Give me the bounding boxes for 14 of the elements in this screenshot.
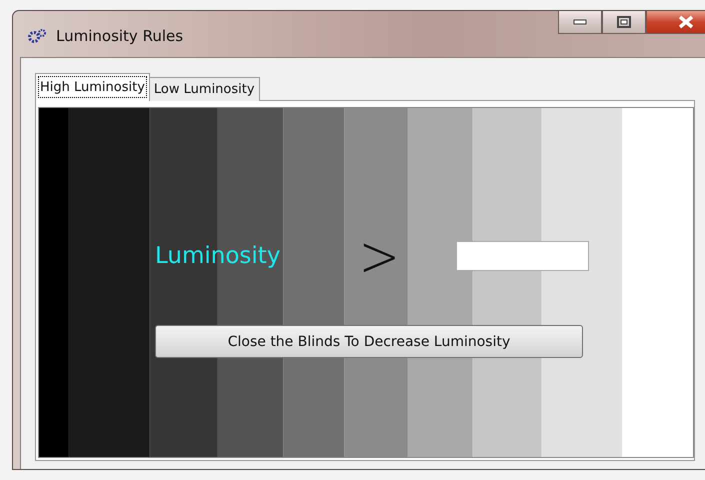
tab[interactable]: Low Luminosity (148, 77, 260, 101)
close-blinds-button[interactable]: Close the Blinds To Decrease Luminosity (155, 325, 583, 358)
luminosity-label: Luminosity (155, 243, 282, 269)
close-icon (677, 15, 695, 29)
minimize-icon (573, 19, 587, 25)
window-title: Luminosity Rules (56, 27, 184, 45)
maximize-button[interactable] (602, 11, 646, 34)
tab[interactable]: High Luminosity (35, 73, 150, 101)
comparison-sign: > (358, 232, 400, 280)
close-button[interactable] (646, 11, 705, 34)
minimize-button[interactable] (558, 11, 602, 34)
gears-icon (27, 28, 47, 44)
input-field[interactable] (456, 241, 589, 271)
maximize-icon (617, 16, 631, 28)
